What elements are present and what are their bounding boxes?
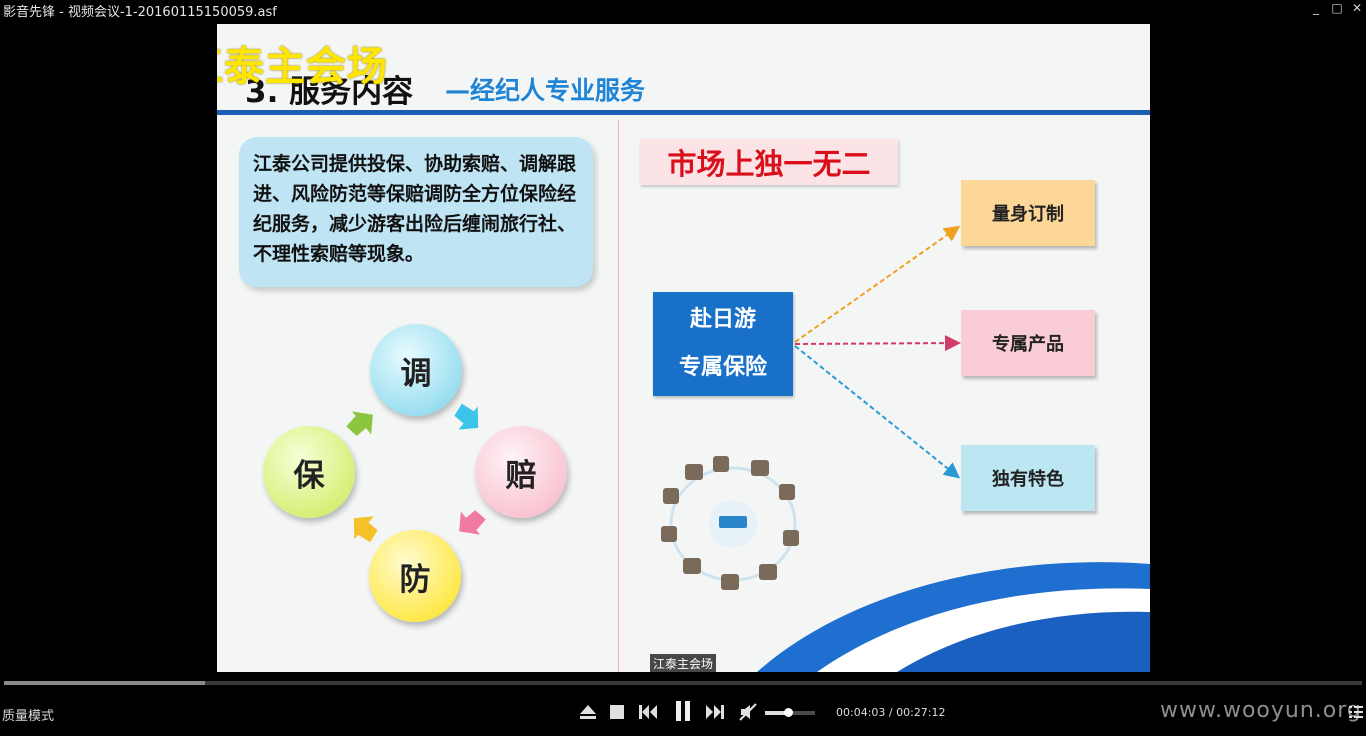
- product-line-2: 专属保险: [678, 355, 767, 380]
- product-box: 赴日游 专属保险: [653, 292, 793, 396]
- service-ring-illustration: [661, 456, 799, 590]
- window-title: 影音先锋 - 视频会议-1-20160115150059.asf: [3, 5, 277, 20]
- video-frame[interactable]: 3. 服务内容 —经纪人专业服务 江泰主会场 江泰公司提供投保、协助索赔、调解跟…: [217, 24, 1150, 672]
- next-icon[interactable]: [705, 702, 725, 722]
- stop-icon[interactable]: [607, 702, 627, 722]
- previous-icon[interactable]: [638, 702, 658, 722]
- mute-icon[interactable]: [738, 702, 758, 722]
- video-caption: 江泰主会场: [650, 654, 717, 672]
- feature-box-exclusive: 专属产品: [961, 310, 1095, 376]
- current-time: 00:04:03: [836, 706, 886, 719]
- feature-box-unique: 独有特色: [961, 445, 1095, 511]
- maximize-button[interactable]: □: [1327, 0, 1347, 18]
- time-display: 00:04:03 / 00:27:12: [836, 706, 946, 719]
- feature-box-custom: 量身订制: [961, 180, 1095, 246]
- playlist-icon[interactable]: [1348, 704, 1364, 720]
- eject-icon[interactable]: [578, 702, 598, 722]
- seek-bar[interactable]: [4, 681, 1362, 685]
- time-separator: /: [885, 706, 897, 719]
- volume-knob[interactable]: [783, 708, 793, 717]
- quality-mode-button[interactable]: 质量模式: [2, 705, 54, 724]
- close-button[interactable]: ✕: [1347, 0, 1366, 18]
- control-bar: 质量模式 00:04:03 / 00:27:12 www.wooyun.org: [0, 690, 1366, 736]
- pause-icon[interactable]: [672, 699, 694, 723]
- total-time: 00:27:12: [896, 706, 946, 719]
- site-watermark: www.wooyun.org: [1160, 698, 1362, 723]
- product-line-1: 赴日游: [689, 307, 756, 332]
- title-bar: 影音先锋 - 视频会议-1-20160115150059.asf _ □ ✕: [0, 0, 1366, 20]
- seek-bar-fill: [4, 681, 205, 685]
- minimize-button[interactable]: _: [1306, 0, 1326, 18]
